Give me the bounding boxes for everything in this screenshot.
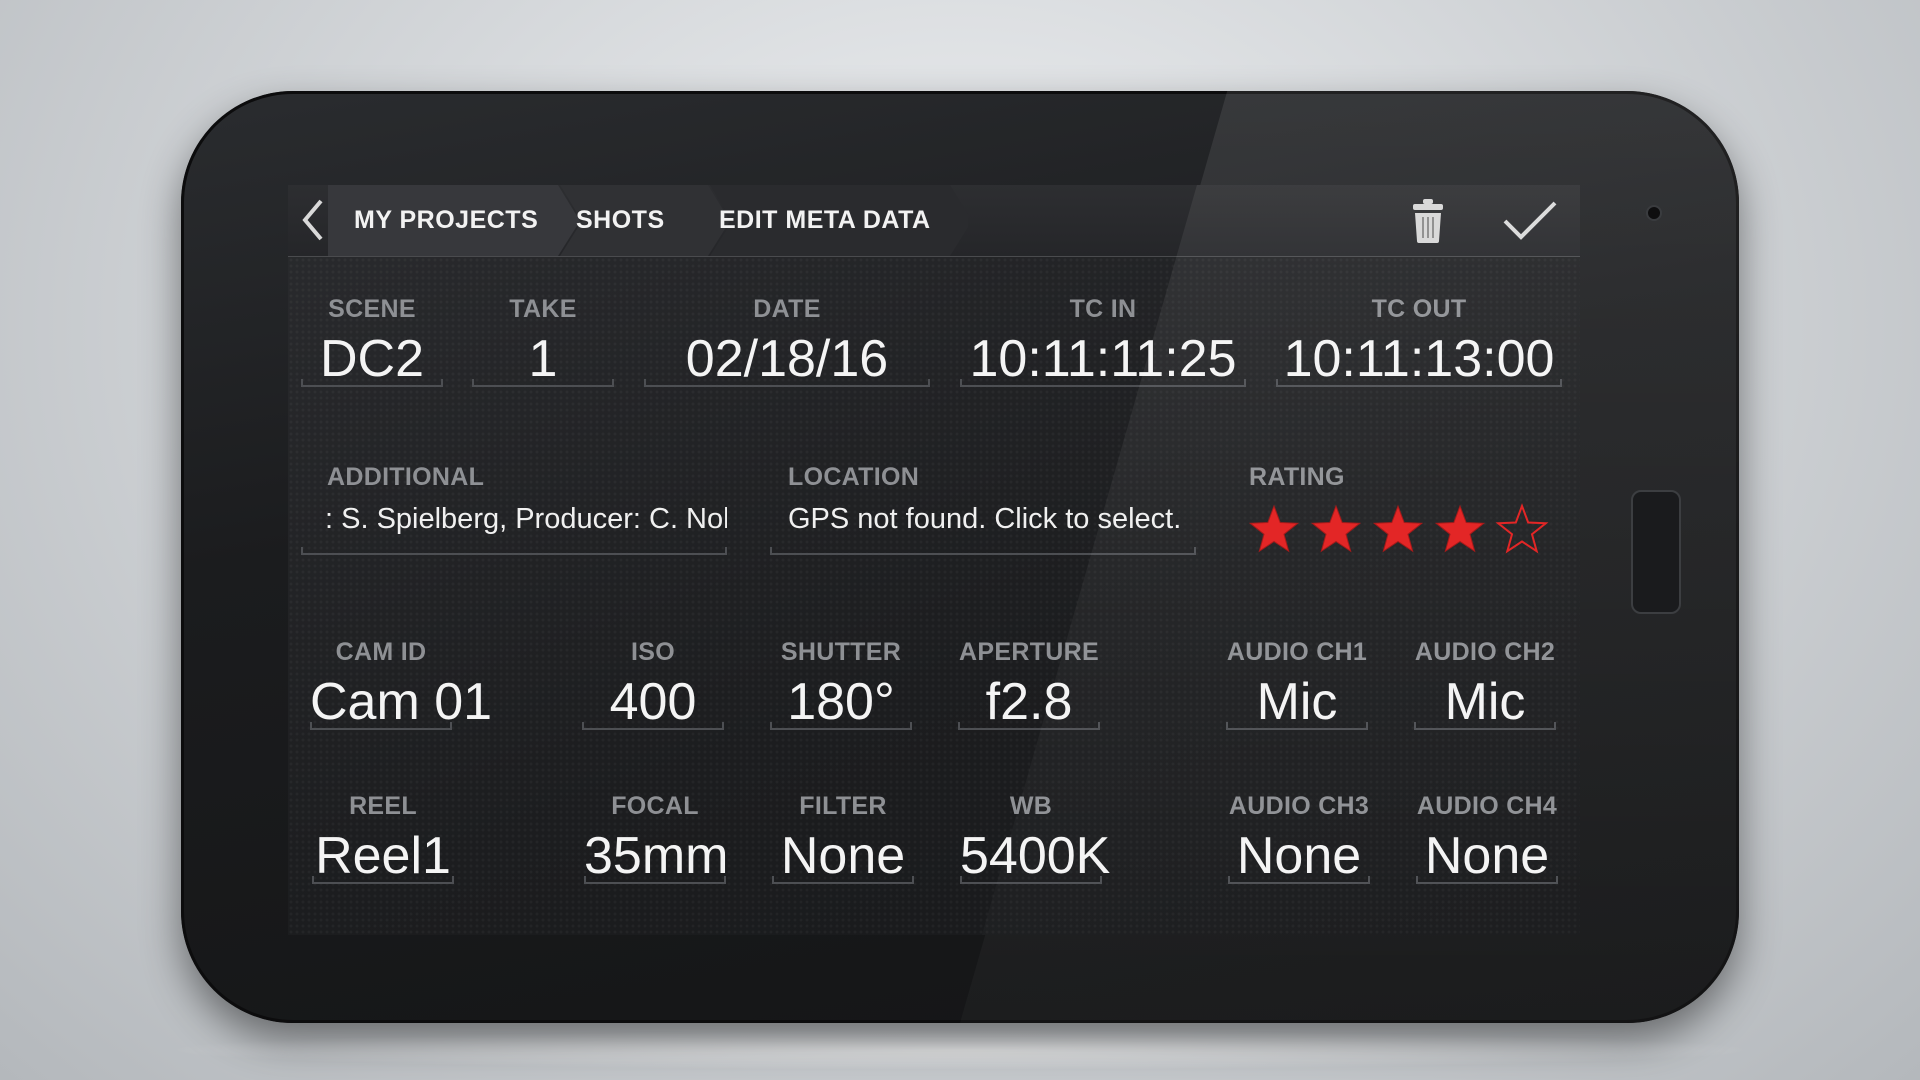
location-value: GPS not found. Click to select. — [788, 503, 1182, 535]
star-filled-icon[interactable] — [1433, 503, 1487, 557]
reel-field[interactable]: REEL Reel1 — [312, 792, 454, 885]
tc-in-value: 10:11:11:25 — [969, 330, 1237, 388]
cam-id-field[interactable]: CAM ID Cam 01 — [310, 638, 493, 731]
audio-ch2-value: Mic — [1444, 673, 1526, 731]
star-empty-icon[interactable] — [1495, 503, 1549, 557]
location-field[interactable]: LOCATION GPS not found. Click to select. — [770, 463, 1196, 555]
tc-in-field[interactable]: TC IN 10:11:11:25 — [960, 295, 1246, 388]
date-label: DATE — [753, 295, 821, 323]
cam-id-label: CAM ID — [335, 638, 427, 666]
field-underline — [301, 379, 443, 387]
filter-field[interactable]: FILTER None — [772, 792, 914, 885]
filter-value: None — [780, 827, 906, 885]
tc-out-value: 10:11:13:00 — [1283, 330, 1555, 388]
delete-button[interactable] — [1398, 193, 1458, 249]
field-underline — [584, 876, 726, 884]
breadcrumb-my-projects[interactable]: MY PROJECTS — [354, 185, 554, 256]
tc-in-label: TC IN — [1069, 295, 1137, 323]
scene-field[interactable]: SCENE DC2 — [301, 295, 443, 388]
iso-value: 400 — [609, 673, 697, 731]
audio-ch4-value: None — [1424, 827, 1550, 885]
field-underline — [312, 876, 454, 884]
audio-ch3-field[interactable]: AUDIO CH3 None — [1228, 792, 1370, 885]
audio-ch3-value: None — [1236, 827, 1362, 885]
field-underline — [472, 379, 614, 387]
star-filled-icon[interactable] — [1309, 503, 1363, 557]
audio-ch4-field[interactable]: AUDIO CH4 None — [1416, 792, 1558, 885]
top-nav-bar: MY PROJECTS SHOTS EDIT META DATA — [288, 185, 1580, 257]
audio-ch3-label: AUDIO CH3 — [1228, 792, 1370, 820]
take-value: 1 — [528, 330, 558, 388]
app-screen: MY PROJECTS SHOTS EDIT META DATA SCENE D… — [288, 185, 1580, 935]
audio-ch1-field[interactable]: AUDIO CH1 Mic — [1226, 638, 1368, 731]
field-underline — [960, 379, 1246, 387]
wb-field[interactable]: WB 5400K — [960, 792, 1111, 885]
breadcrumb-shots[interactable]: SHOTS — [576, 185, 696, 256]
field-underline — [958, 722, 1100, 730]
iso-field[interactable]: ISO 400 — [582, 638, 724, 731]
field-underline — [582, 722, 724, 730]
rating-field: RATING — [1247, 463, 1569, 557]
trash-icon — [1413, 199, 1443, 243]
aperture-field[interactable]: APERTURE f2.8 — [958, 638, 1100, 731]
reel-value: Reel1 — [315, 827, 451, 885]
tc-out-label: TC OUT — [1371, 295, 1467, 323]
audio-ch1-value: Mic — [1256, 673, 1338, 731]
field-underline — [1414, 722, 1556, 730]
shutter-label: SHUTTER — [780, 638, 902, 666]
focal-value: 35mm — [584, 827, 729, 885]
back-button[interactable] — [296, 195, 330, 245]
hardware-home-button[interactable] — [1631, 490, 1681, 614]
field-underline — [1276, 379, 1562, 387]
cam-id-value: Cam 01 — [310, 673, 493, 731]
take-label: TAKE — [509, 295, 577, 323]
focal-field[interactable]: FOCAL 35mm — [584, 792, 729, 885]
confirm-button[interactable] — [1500, 193, 1560, 249]
focal-label: FOCAL — [611, 792, 699, 820]
additional-value: : S. Spielberg, Producer: C. Nolan — [325, 503, 727, 535]
audio-ch2-label: AUDIO CH2 — [1414, 638, 1556, 666]
audio-ch1-label: AUDIO CH1 — [1226, 638, 1368, 666]
additional-label: ADDITIONAL — [327, 463, 485, 491]
scene-value: DC2 — [319, 330, 425, 388]
field-underline — [770, 722, 912, 730]
iso-label: ISO — [631, 638, 675, 666]
floor-reflection — [160, 1030, 1760, 1070]
wb-label: WB — [1009, 792, 1053, 820]
field-underline — [1228, 876, 1370, 884]
field-underline — [301, 547, 727, 555]
aperture-label: APERTURE — [959, 638, 1099, 666]
shutter-value: 180° — [787, 673, 895, 731]
field-underline — [644, 379, 930, 387]
field-underline — [960, 876, 1102, 884]
rating-stars[interactable] — [1247, 503, 1549, 557]
audio-ch2-field[interactable]: AUDIO CH2 Mic — [1414, 638, 1556, 731]
filter-label: FILTER — [799, 792, 887, 820]
field-underline — [1416, 876, 1558, 884]
shutter-field[interactable]: SHUTTER 180° — [770, 638, 912, 731]
breadcrumb-edit-meta-data[interactable]: EDIT META DATA — [719, 185, 959, 256]
star-filled-icon[interactable] — [1247, 503, 1301, 557]
tc-out-field[interactable]: TC OUT 10:11:13:00 — [1276, 295, 1562, 388]
wb-value: 5400K — [960, 827, 1111, 885]
rating-label: RATING — [1249, 463, 1345, 491]
reel-label: REEL — [349, 792, 417, 820]
date-value: 02/18/16 — [685, 330, 889, 388]
star-filled-icon[interactable] — [1371, 503, 1425, 557]
field-underline — [772, 876, 914, 884]
location-label: LOCATION — [788, 463, 920, 491]
checkmark-icon — [1503, 201, 1557, 240]
additional-field[interactable]: ADDITIONAL : S. Spielberg, Producer: C. … — [301, 463, 727, 555]
audio-ch4-label: AUDIO CH4 — [1416, 792, 1558, 820]
field-underline — [310, 722, 452, 730]
front-camera — [1646, 205, 1662, 221]
date-field[interactable]: DATE 02/18/16 — [644, 295, 930, 388]
field-underline — [770, 547, 1196, 555]
field-underline — [1226, 722, 1368, 730]
take-field[interactable]: TAKE 1 — [472, 295, 614, 388]
scene-label: SCENE — [328, 295, 416, 323]
aperture-value: f2.8 — [985, 673, 1073, 731]
chevron-left-icon — [302, 199, 323, 241]
